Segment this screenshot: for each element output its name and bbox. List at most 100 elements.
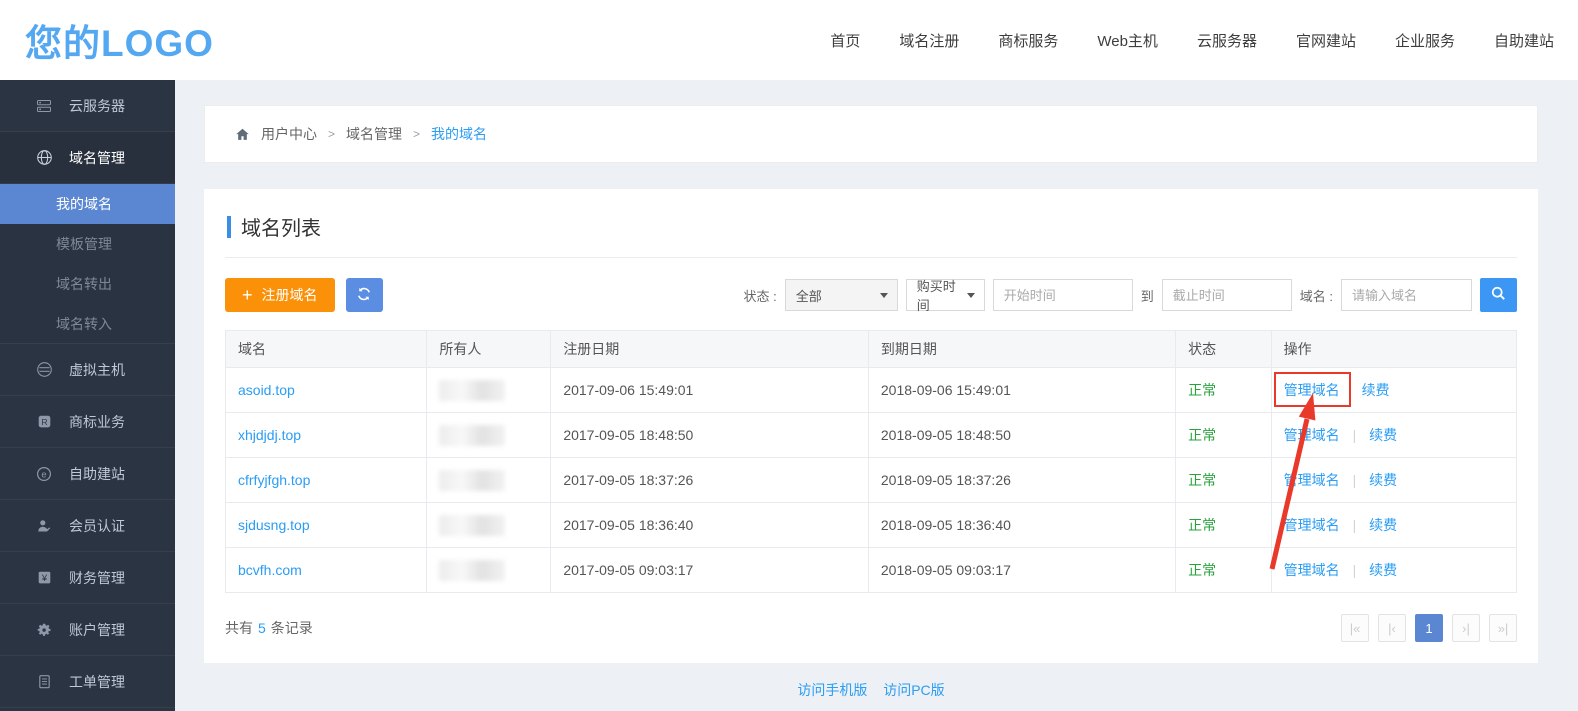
member-check-icon [35, 518, 53, 534]
sidebar-subitem-my-domains[interactable]: 我的域名 [0, 184, 175, 224]
register-domain-label: 注册域名 [262, 285, 318, 305]
pagination: |« |‹ 1 ›| »| [1341, 614, 1517, 642]
start-date-input[interactable] [993, 279, 1133, 311]
domain-link[interactable]: sjdusng.top [238, 517, 310, 533]
nav-official-site[interactable]: 官网建站 [1296, 30, 1356, 51]
renew-link[interactable]: 续费 [1369, 562, 1397, 578]
renew-link[interactable]: 续费 [1369, 427, 1397, 443]
to-label: 到 [1141, 286, 1154, 305]
sidebar-item-label: 自助建站 [69, 464, 125, 484]
last-page-button[interactable]: »| [1489, 614, 1517, 642]
manage-domain-link[interactable]: 管理域名 [1284, 382, 1340, 398]
search-button[interactable] [1480, 278, 1517, 312]
nav-domain-register[interactable]: 域名注册 [899, 30, 959, 51]
manage-domain-link[interactable]: 管理域名 [1284, 517, 1340, 533]
sidebar-item-trademark[interactable]: R 商标业务 [0, 396, 175, 448]
search-icon [1490, 285, 1507, 305]
sidebar-item-member-auth[interactable]: 会员认证 [0, 500, 175, 552]
nav-trademark-service[interactable]: 商标服务 [998, 30, 1058, 51]
page-1-button[interactable]: 1 [1415, 614, 1443, 642]
owner-redacted [439, 425, 505, 446]
sidebar: 云服务器 域名管理 我的域名 模板管理 域名转出 域名转入 虚拟主机 [0, 80, 175, 711]
sidebar-item-account[interactable]: 账户管理 [0, 604, 175, 656]
nav-enterprise-service[interactable]: 企业服务 [1395, 30, 1455, 51]
svg-text:¥: ¥ [40, 573, 47, 583]
prev-page-button[interactable]: |‹ [1378, 614, 1406, 642]
sidebar-item-virtual-host[interactable]: 虚拟主机 [0, 344, 175, 396]
toolbar: + 注册域名 状态 : 全部 [225, 278, 1517, 312]
sidebar-subitem-template-manage[interactable]: 模板管理 [0, 224, 175, 264]
status-select[interactable]: 全部 [785, 279, 898, 311]
breadcrumb: 用户中心 > 域名管理 > 我的域名 [204, 105, 1538, 163]
nav-cloud-server[interactable]: 云服务器 [1197, 30, 1257, 51]
domain-filter-label: 域名 : [1300, 286, 1333, 305]
table-header-row: 域名 所有人 注册日期 到期日期 状态 操作 [226, 331, 1517, 368]
site-footer: 访问手机版 访问PC版 [204, 680, 1538, 700]
sidebar-item-label: 财务管理 [69, 568, 125, 588]
table-row: cfrfyjfgh.top 2017-09-05 18:37:26 2018-0… [226, 458, 1517, 503]
top-header: 您的LOGO 首页 域名注册 商标服务 Web主机 云服务器 官网建站 企业服务… [0, 0, 1578, 80]
sidebar-subitem-label: 域名转出 [56, 274, 112, 294]
filter-bar: 状态 : 全部 购买时间 到 域名 : [744, 278, 1517, 312]
pc-version-link[interactable]: 访问PC版 [883, 682, 944, 698]
first-page-button[interactable]: |« [1341, 614, 1369, 642]
sidebar-subitem-transfer-out[interactable]: 域名转出 [0, 264, 175, 304]
breadcrumb-domain-manage[interactable]: 域名管理 [346, 124, 402, 144]
breadcrumb-separator: > [328, 127, 335, 141]
reg-date: 2017-09-06 15:49:01 [551, 368, 869, 413]
owner-redacted [439, 515, 505, 536]
status-badge: 正常 [1188, 517, 1216, 533]
chevron-down-icon [967, 293, 975, 298]
nav-home[interactable]: 首页 [830, 30, 860, 51]
renew-link[interactable]: 续费 [1369, 472, 1397, 488]
sidebar-item-label: 域名管理 [69, 148, 125, 168]
domain-link[interactable]: bcvfh.com [238, 562, 302, 578]
exp-date: 2018-09-05 09:03:17 [868, 548, 1175, 593]
sidebar-item-label: 商标业务 [69, 412, 125, 432]
domain-link[interactable]: asoid.top [238, 382, 295, 398]
selfsite-icon: e [35, 466, 53, 482]
sidebar-item-finance[interactable]: ¥ 财务管理 [0, 552, 175, 604]
mobile-version-link[interactable]: 访问手机版 [797, 682, 867, 698]
host-icon [35, 361, 53, 378]
renew-link[interactable]: 续费 [1362, 382, 1390, 398]
status-filter-label: 状态 : [744, 286, 777, 305]
ticket-icon [35, 674, 53, 689]
domain-table: 域名 所有人 注册日期 到期日期 状态 操作 asoid.top 2017-09… [225, 330, 1517, 593]
nav-self-site[interactable]: 自助建站 [1494, 30, 1554, 51]
refresh-button[interactable] [346, 278, 383, 312]
next-page-button[interactable]: ›| [1452, 614, 1480, 642]
end-date-input[interactable] [1162, 279, 1292, 311]
svg-text:R: R [41, 417, 47, 427]
register-domain-button[interactable]: + 注册域名 [225, 278, 335, 312]
renew-link[interactable]: 续费 [1369, 517, 1397, 533]
action-separator: | [1353, 427, 1357, 443]
exp-date: 2018-09-05 18:37:26 [868, 458, 1175, 503]
chevron-down-icon [880, 293, 888, 298]
refresh-icon [356, 286, 372, 305]
svg-text:e: e [41, 469, 46, 480]
owner-redacted [439, 380, 505, 401]
manage-domain-link[interactable]: 管理域名 [1284, 427, 1340, 443]
domain-link[interactable]: xhjdjdj.top [238, 427, 301, 443]
nav-web-hosting[interactable]: Web主机 [1097, 30, 1158, 51]
sidebar-item-cloud-server[interactable]: 云服务器 [0, 80, 175, 132]
record-count-suffix: 条记录 [271, 620, 313, 636]
table-row: bcvfh.com 2017-09-05 09:03:17 2018-09-05… [226, 548, 1517, 593]
time-type-select[interactable]: 购买时间 [906, 279, 985, 311]
breadcrumb-user-center[interactable]: 用户中心 [261, 124, 317, 144]
site-logo[interactable]: 您的LOGO [25, 13, 214, 67]
manage-domain-link[interactable]: 管理域名 [1284, 562, 1340, 578]
manage-domain-link[interactable]: 管理域名 [1284, 472, 1340, 488]
sidebar-subitem-transfer-in[interactable]: 域名转入 [0, 304, 175, 344]
record-count-prefix: 共有 [225, 620, 253, 636]
sidebar-item-self-site[interactable]: e 自助建站 [0, 448, 175, 500]
breadcrumb-current[interactable]: 我的域名 [431, 124, 487, 144]
sidebar-item-ticket[interactable]: 工单管理 [0, 656, 175, 708]
action-separator: | [1353, 472, 1357, 488]
domain-link[interactable]: cfrfyjfgh.top [238, 472, 310, 488]
domain-search-input[interactable] [1341, 279, 1472, 311]
action-separator: | [1353, 562, 1357, 578]
summary-row: 共有5条记录 |« |‹ 1 ›| »| [225, 614, 1517, 642]
sidebar-item-domain-manage[interactable]: 域名管理 [0, 132, 175, 184]
